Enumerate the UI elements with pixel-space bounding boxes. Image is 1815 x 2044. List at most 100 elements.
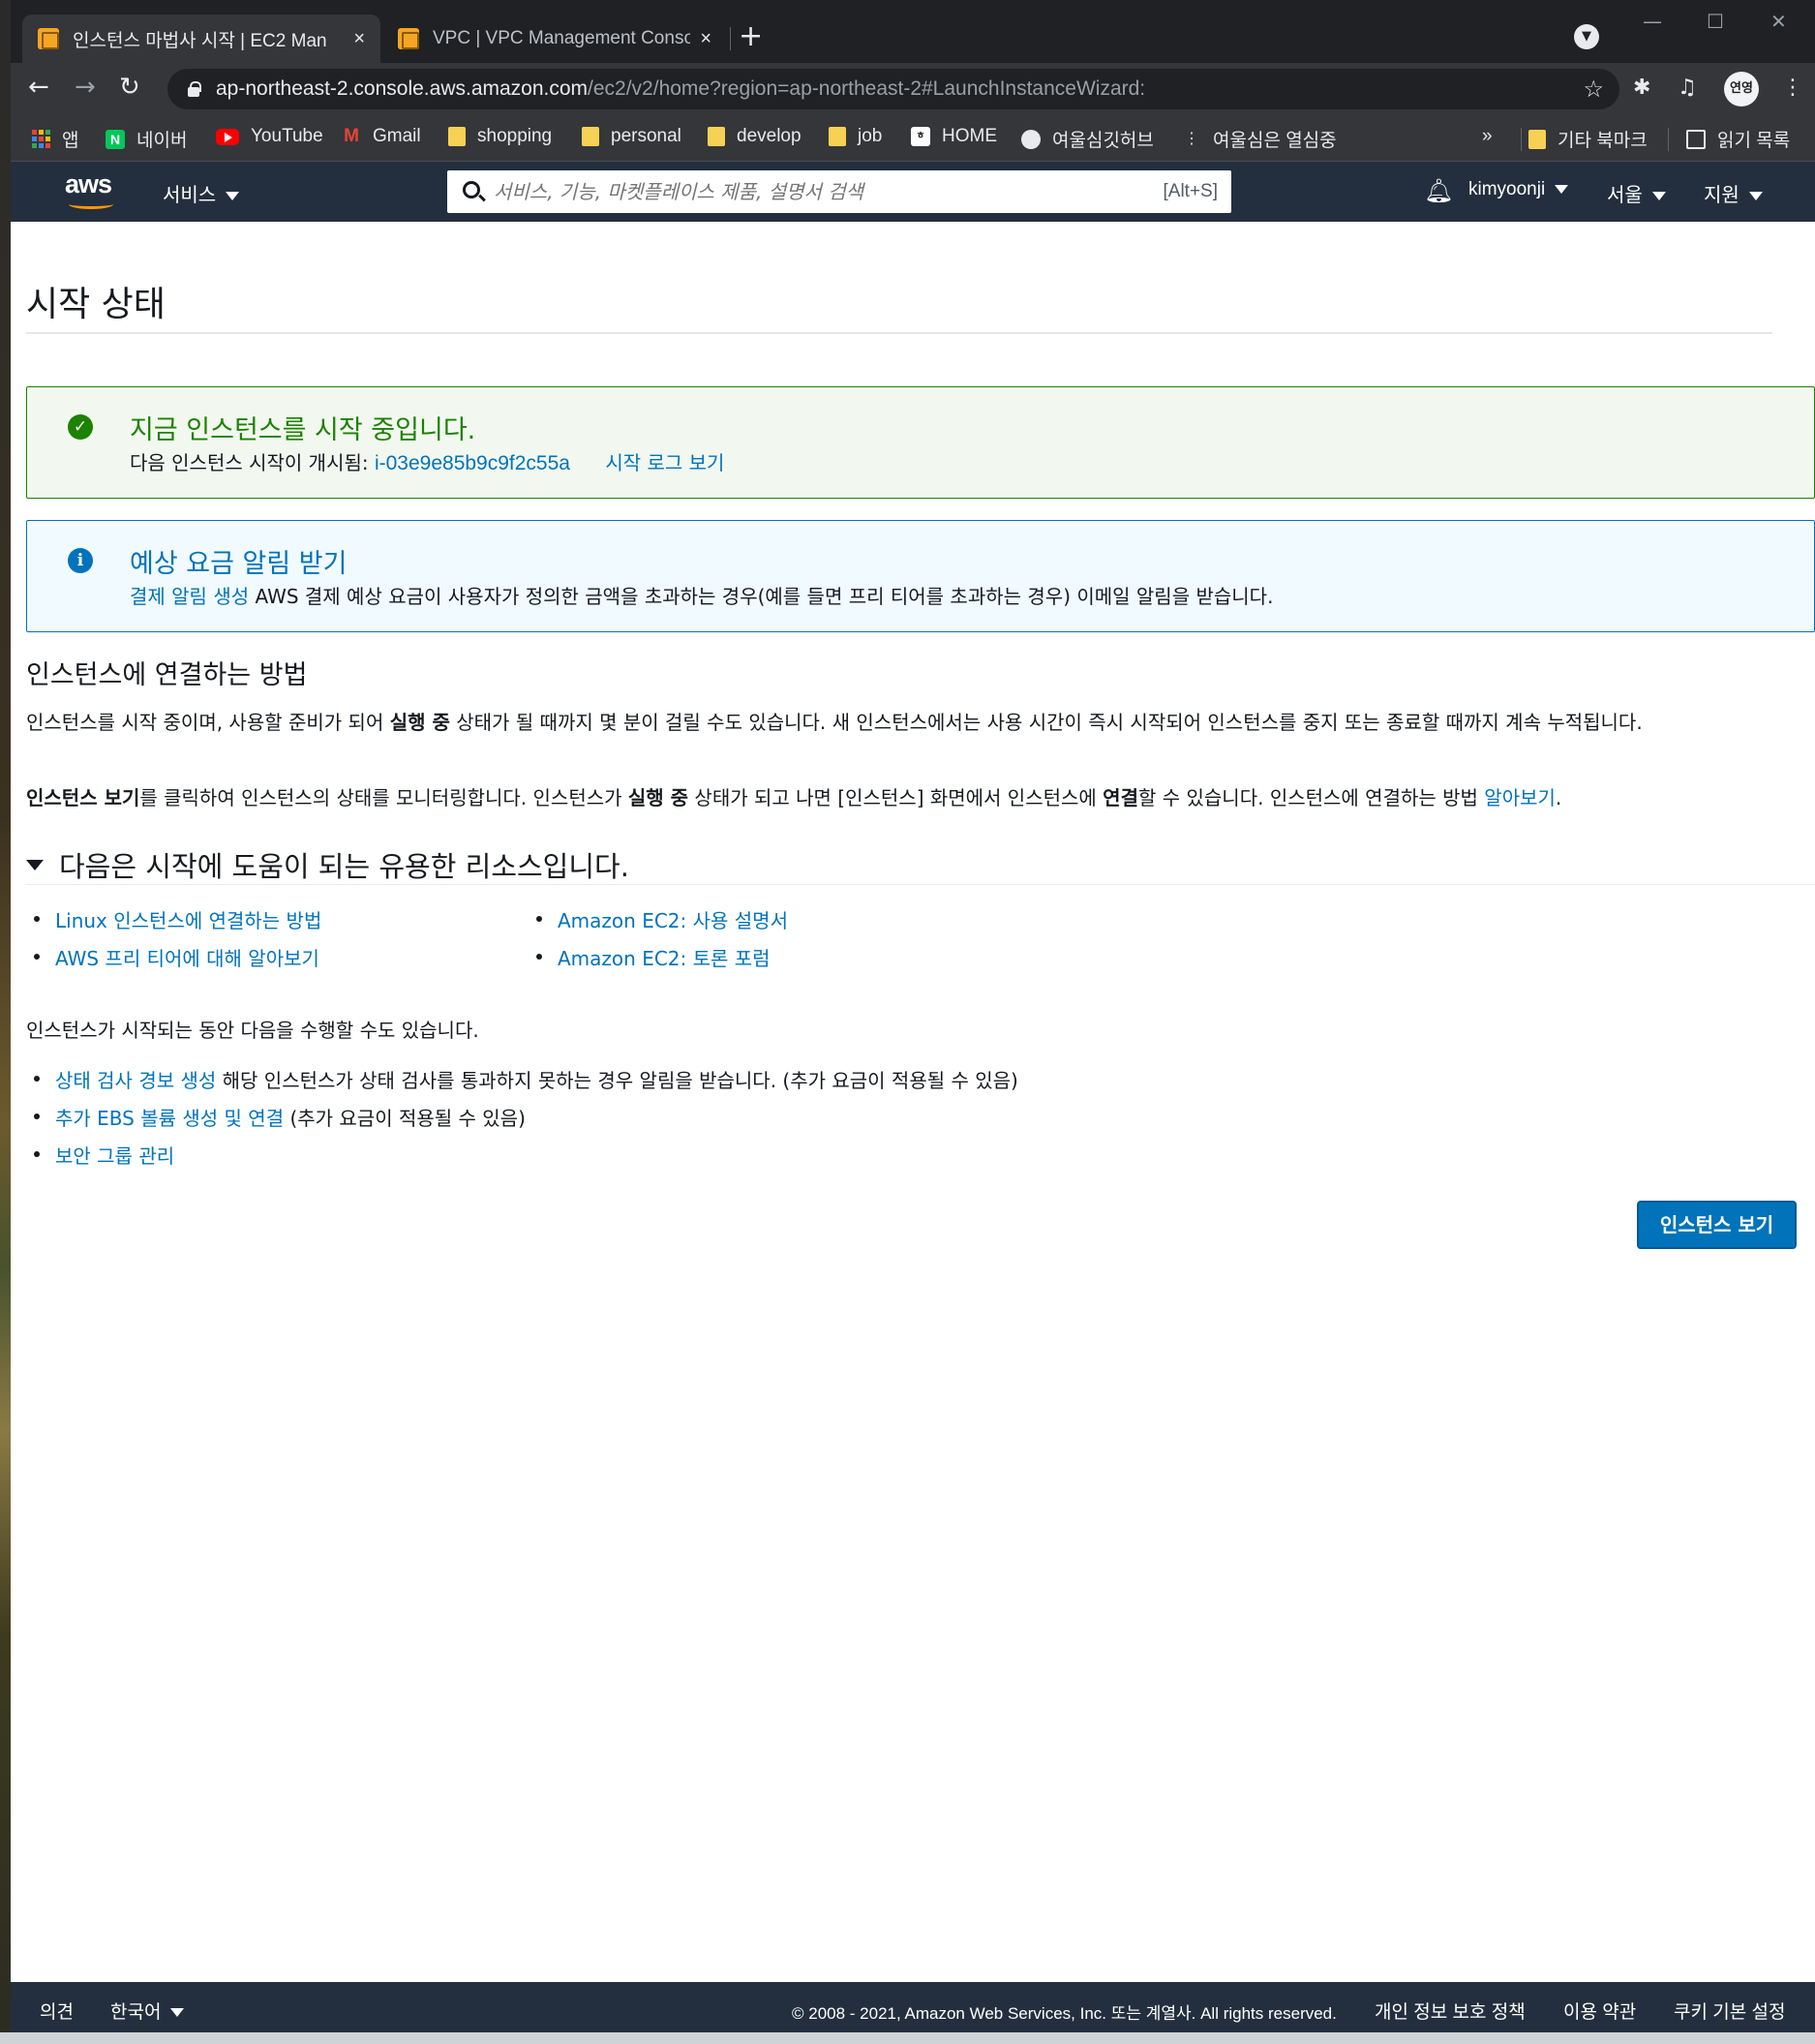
reading-list-button[interactable]: 읽기 목록 [1686, 126, 1790, 152]
view-instances-button[interactable]: 인스턴스 보기 [1637, 1201, 1797, 1249]
tab-title: 인스턴스 마법사 시작 | EC2 Man [73, 30, 327, 51]
back-arrow-icon[interactable]: ← [28, 73, 49, 102]
aws-top-nav: aws 서비스 [Alt+S] 🔔︎ kimyoonji 서울 지원 [11, 162, 1815, 222]
minimize-icon[interactable]: — [1643, 10, 1662, 33]
close-window-icon[interactable]: ✕ [1770, 10, 1787, 33]
bookmark-label: 여울심깃허브 [1052, 131, 1154, 151]
bookmark-divider [1668, 128, 1669, 151]
bookmark-label: develop [737, 126, 802, 146]
bookmark-job[interactable]: job [829, 126, 882, 147]
folder-icon [582, 127, 599, 146]
ec2-user-guide-link[interactable]: Amazon EC2: 사용 설명서 [558, 909, 788, 932]
instance-id-link[interactable]: i-03e9e85b9c9f2c55a [375, 452, 570, 474]
bookmark-label: 기타 북마크 [1558, 131, 1648, 151]
resources-expander[interactable]: 다음은 시작에 도움이 되는 유용한 리소스입니다. [26, 844, 629, 885]
bookmark-github[interactable]: 여울심깃허브 [1021, 126, 1154, 152]
url-host: ap-northeast-2.console.aws.amazon.com [216, 77, 589, 100]
bookmarks-overflow-button[interactable]: » [1482, 126, 1493, 147]
bookmark-label: Gmail [373, 126, 421, 146]
address-bar[interactable]: ap-northeast-2.console.aws.amazon.com /e… [167, 69, 1619, 109]
region-menu[interactable]: 서울 [1607, 179, 1666, 207]
support-menu[interactable]: 지원 [1704, 179, 1763, 207]
youtube-icon [216, 128, 239, 145]
feedback-link[interactable]: 의견 [40, 1998, 74, 2024]
info-heading: 예상 요금 알림 받기 [130, 549, 348, 579]
aws-logo[interactable]: aws [65, 169, 123, 212]
home-icon: ㅎ [911, 127, 930, 146]
connect-paragraph-2: 인스턴스 보기를 클릭하여 인스턴스의 상태를 모니터링합니다. 인스턴스가 실… [26, 786, 1562, 809]
bookmark-label: 앱 [62, 131, 79, 151]
github-icon [1021, 129, 1041, 149]
caret-down-icon [1748, 192, 1763, 201]
create-ebs-volume-link[interactable]: 추가 EBS 볼륨 생성 및 연결 [55, 1107, 284, 1130]
create-billing-alert-link[interactable]: 결제 알림 생성 [130, 585, 249, 608]
lock-icon[interactable] [187, 81, 201, 97]
bookmark-home[interactable]: ㅎ HOME [911, 126, 997, 147]
desktop-background [0, 0, 11, 2044]
aws-search-box[interactable]: [Alt+S] [447, 170, 1231, 213]
account-menu[interactable]: kimyoonji [1468, 179, 1569, 200]
aws-footer: 의견 한국어 © 2008 - 2021, Amazon Web Service… [11, 1982, 1815, 2032]
apps-icon [32, 130, 50, 148]
copyright-text: © 2008 - 2021, Amazon Web Services, Inc.… [792, 2004, 1337, 2023]
caret-down-icon [226, 192, 240, 201]
tab-ec2-launch[interactable]: 인스턴스 마법사 시작 | EC2 Man × [22, 15, 380, 63]
extensions-puzzle-icon[interactable]: ✱ [1633, 76, 1650, 100]
bookmark-other[interactable]: 기타 북마크 [1528, 126, 1648, 152]
close-tab-icon[interactable]: × [353, 28, 365, 50]
services-menu[interactable]: 서비스 [163, 179, 240, 207]
bookmark-youtube[interactable]: YouTube [216, 126, 323, 147]
resources-title: 다음은 시작에 도움이 되는 유용한 리소스입니다. [59, 850, 629, 883]
profile-avatar[interactable]: 연영 [1724, 72, 1759, 107]
bookmark-label: personal [611, 126, 681, 146]
free-tier-link[interactable]: AWS 프리 티어에 대해 알아보기 [55, 947, 319, 970]
bookmark-naver[interactable]: N 네이버 [106, 126, 187, 152]
caret-down-icon [26, 859, 44, 870]
while-launching-list: 상태 검사 경보 생성 해당 인스턴스가 상태 검사를 통과하지 못하는 경우 … [32, 1065, 1018, 1178]
view-launch-log-link[interactable]: 시작 로그 보기 [605, 451, 724, 474]
bookmark-apps[interactable]: 앱 [32, 126, 78, 152]
privacy-policy-link[interactable]: 개인 정보 보호 정책 [1375, 1998, 1526, 2024]
ec2-forum-link[interactable]: Amazon EC2: 토론 포럼 [558, 947, 771, 970]
list-item: 상태 검사 경보 생성 해당 인스턴스가 상태 검사를 통과하지 못하는 경우 … [32, 1065, 1018, 1103]
folder-icon [448, 127, 466, 146]
list-item: Amazon EC2: 토론 포럼 [534, 943, 788, 981]
search-icon [463, 181, 480, 198]
menu-kebab-icon[interactable]: ⋮ [1782, 76, 1803, 100]
create-status-alarm-link[interactable]: 상태 검사 경보 생성 [55, 1069, 216, 1092]
search-shortcut: [Alt+S] [1163, 181, 1219, 201]
bookmark-shopping[interactable]: shopping [448, 126, 552, 147]
url-path: /ec2/v2/home?region=ap-northeast-2#Launc… [588, 77, 1146, 100]
cookie-preferences-link[interactable]: 쿠키 기본 설정 [1674, 1998, 1785, 2024]
manage-security-groups-link[interactable]: 보안 그룹 관리 [55, 1144, 174, 1168]
check-circle-icon: ✓ [68, 414, 93, 440]
linux-connect-link[interactable]: Linux 인스턴스에 연결하는 방법 [55, 909, 321, 932]
bookmark-develop[interactable]: develop [708, 126, 802, 147]
bookmark-label: shopping [477, 126, 553, 146]
maximize-icon[interactable]: ☐ [1707, 10, 1724, 33]
tab-vpc[interactable]: VPC | VPC Management Consol × [382, 15, 727, 63]
list-item: 보안 그룹 관리 [32, 1141, 1018, 1178]
bookmark-personal[interactable]: personal [582, 126, 681, 147]
reload-icon[interactable]: ↻ [119, 73, 140, 102]
new-tab-button[interactable]: + [739, 19, 763, 53]
bookmark-blog[interactable]: ⋮ 여울심은 열심중 [1182, 126, 1337, 152]
bookmarks-bar: 앱 N 네이버 YouTube M Gmail shopping persona… [11, 116, 1815, 162]
list-item: Amazon EC2: 사용 설명서 [534, 905, 788, 943]
terms-link[interactable]: 이용 약관 [1563, 1998, 1636, 2024]
caret-down-icon [1651, 192, 1666, 201]
close-tab-icon[interactable]: × [700, 28, 711, 50]
learn-more-link[interactable]: 알아보기 [1484, 786, 1556, 809]
naver-icon: N [106, 129, 125, 149]
language-selector[interactable]: 한국어 [110, 1998, 185, 2024]
notifications-bell-icon[interactable]: 🔔︎ [1424, 177, 1453, 205]
resources-left-list: Linux 인스턴스에 연결하는 방법 AWS 프리 티어에 대해 알아보기 [32, 905, 321, 981]
tab-search-icon[interactable]: ▼ [1574, 24, 1599, 49]
forward-arrow-icon[interactable]: → [75, 73, 96, 102]
bookmark-star-icon[interactable]: ☆ [1583, 76, 1604, 104]
search-input[interactable] [494, 180, 1164, 203]
media-control-icon[interactable]: ♫ [1678, 76, 1697, 100]
bookmark-gmail[interactable]: M Gmail [342, 126, 421, 147]
resources-right-list: Amazon EC2: 사용 설명서 Amazon EC2: 토론 포럼 [534, 905, 788, 981]
bookmark-label: YouTube [251, 126, 323, 146]
